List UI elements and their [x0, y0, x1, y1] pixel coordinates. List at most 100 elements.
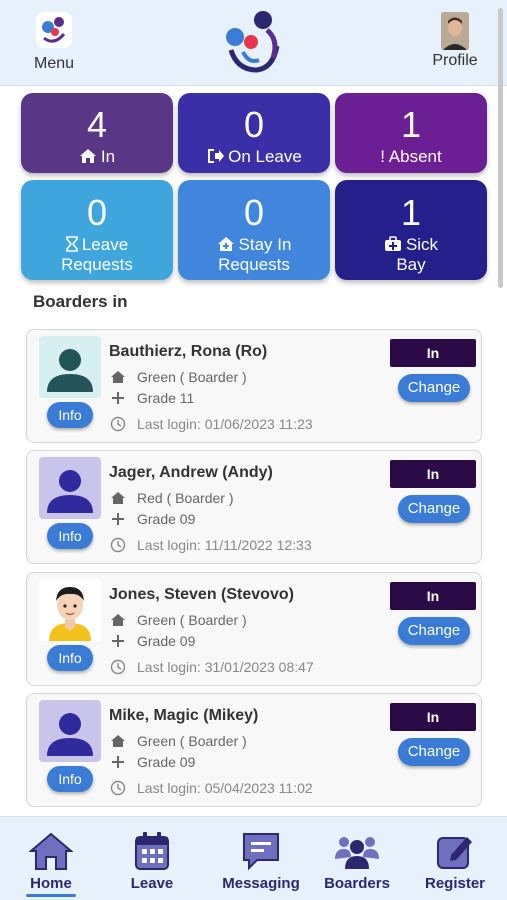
status-badge: In: [390, 460, 476, 488]
avatar: [39, 457, 101, 519]
home-icon: [109, 734, 127, 751]
bottom-nav: Home Leave Messaging Boarders Register: [0, 816, 507, 900]
tile-in-count: 4: [86, 104, 108, 145]
tile-leave-requests[interactable]: 0 Leave Requests: [21, 180, 173, 280]
info-button[interactable]: Info: [47, 766, 93, 792]
nav-boarders[interactable]: Boarders: [322, 831, 392, 892]
plus-icon: [109, 391, 127, 407]
menu-button[interactable]: Menu: [28, 12, 80, 73]
medkit-icon: [384, 236, 401, 251]
edit-icon: [437, 837, 472, 869]
home-icon: [79, 149, 96, 163]
change-button[interactable]: Change: [398, 495, 470, 523]
home-icon: [109, 491, 127, 508]
nav-messaging-label: Messaging: [222, 875, 300, 892]
nav-register[interactable]: Register: [424, 831, 486, 892]
boarder-house: Green ( Boarder ): [137, 612, 247, 628]
nav-home[interactable]: Home: [26, 831, 76, 897]
calendar-icon: [135, 832, 169, 870]
tile-stay-in-requests-count: 0: [243, 192, 265, 233]
clock-icon: [109, 537, 127, 556]
avatar: [39, 579, 101, 641]
nav-register-label: Register: [424, 875, 486, 892]
nav-messaging[interactable]: Messaging: [220, 831, 302, 892]
plus-icon: [109, 634, 127, 650]
boarder-card[interactable]: Info Jones, Steven (Stevovo) Green ( Boa…: [26, 572, 482, 686]
status-badge: In: [390, 339, 476, 367]
boarder-house: Green ( Boarder ): [137, 369, 247, 385]
tile-stay-in-requests-label2: Requests: [218, 255, 290, 274]
home-icon: [109, 370, 127, 387]
home-icon: [29, 832, 73, 870]
tile-absent-count: 1: [400, 104, 422, 145]
menu-logo-icon: [36, 12, 72, 48]
boarder-card[interactable]: Info Bauthierz, Rona (Ro) Green ( Boarde…: [26, 329, 482, 443]
users-icon: [335, 837, 379, 869]
boarder-name: Jones, Steven (Stevovo): [109, 586, 294, 603]
plus-icon: [109, 755, 127, 771]
boarder-grade: Grade 09: [137, 633, 196, 649]
sign-out-icon: [208, 149, 225, 163]
boarder-name: Mike, Magic (Mikey): [109, 707, 259, 724]
change-button[interactable]: Change: [398, 617, 470, 645]
tile-sick-bay-label2: Bay: [396, 255, 426, 274]
tile-on-leave-label: On Leave: [228, 147, 302, 166]
scrollbar-thumb[interactable]: [498, 8, 503, 288]
info-button[interactable]: Info: [47, 523, 93, 549]
clock-icon: [109, 659, 127, 678]
tile-stay-in-requests-label: Stay In: [238, 235, 292, 254]
profile-label: Profile: [432, 52, 478, 69]
nav-home-label: Home: [30, 875, 72, 892]
tile-stay-in-requests[interactable]: 0 Stay In Requests: [178, 180, 330, 280]
tile-absent-label: ! Absent: [380, 147, 442, 166]
tile-leave-requests-label2: Requests: [61, 255, 133, 274]
menu-label: Menu: [33, 55, 75, 72]
boarder-card[interactable]: Info Jager, Andrew (Andy) Red ( Boarder …: [26, 450, 482, 564]
boarder-grade: Grade 09: [137, 511, 196, 527]
nav-boarders-label: Boarders: [324, 875, 390, 892]
avatar: [39, 700, 101, 762]
clock-icon: [109, 416, 127, 435]
plus-icon: [109, 512, 127, 528]
change-button[interactable]: Change: [398, 738, 470, 766]
tile-in[interactable]: 4 In: [21, 93, 173, 173]
home-icon: [109, 613, 127, 630]
tile-absent[interactable]: 1 ! Absent: [335, 93, 487, 173]
tile-sick-bay[interactable]: 1 Sick Bay: [335, 180, 487, 280]
status-badge: In: [390, 582, 476, 610]
boarder-house: Green ( Boarder ): [137, 733, 247, 749]
tile-sick-bay-count: 1: [400, 192, 422, 233]
profile-avatar: [441, 12, 469, 50]
boarder-card[interactable]: Info Mike, Magic (Mikey) Green ( Boarder…: [26, 693, 482, 807]
tile-leave-requests-count: 0: [86, 192, 108, 233]
app-header: Menu Profile: [0, 0, 507, 86]
boarder-grade: Grade 09: [137, 754, 196, 770]
profile-button[interactable]: Profile: [426, 12, 484, 70]
tile-in-label: In: [100, 147, 116, 166]
tile-sick-bay-label: Sick: [405, 235, 439, 254]
hourglass-icon: [66, 236, 78, 252]
avatar: [39, 336, 101, 398]
boarder-house: Red ( Boarder ): [137, 490, 234, 506]
info-button[interactable]: Info: [47, 402, 93, 428]
tile-leave-requests-label: Leave: [81, 235, 129, 254]
boarder-last-login: Last login: 01/06/2023 11:23: [137, 416, 313, 433]
boarder-grade: Grade 11: [137, 390, 195, 406]
boarding-app-logo: [226, 11, 280, 73]
boarder-last-login: Last login: 05/04/2023 11:02: [137, 780, 313, 797]
nav-leave-label: Leave: [130, 875, 174, 892]
message-icon: [243, 833, 279, 871]
active-indicator: [26, 894, 76, 897]
home-stay-icon: [217, 237, 234, 251]
boarder-last-login: Last login: 11/11/2022 12:33: [137, 537, 312, 554]
tile-on-leave-count: 0: [243, 104, 265, 145]
tile-on-leave[interactable]: 0 On Leave: [178, 93, 330, 173]
clock-icon: [109, 780, 127, 799]
nav-leave[interactable]: Leave: [126, 831, 178, 892]
section-title: Boarders in: [33, 292, 128, 311]
change-button[interactable]: Change: [398, 374, 470, 402]
status-badge: In: [390, 703, 476, 731]
info-button[interactable]: Info: [47, 645, 93, 671]
boarder-name: Jager, Andrew (Andy): [109, 464, 273, 481]
boarder-name: Bauthierz, Rona (Ro): [109, 343, 268, 360]
